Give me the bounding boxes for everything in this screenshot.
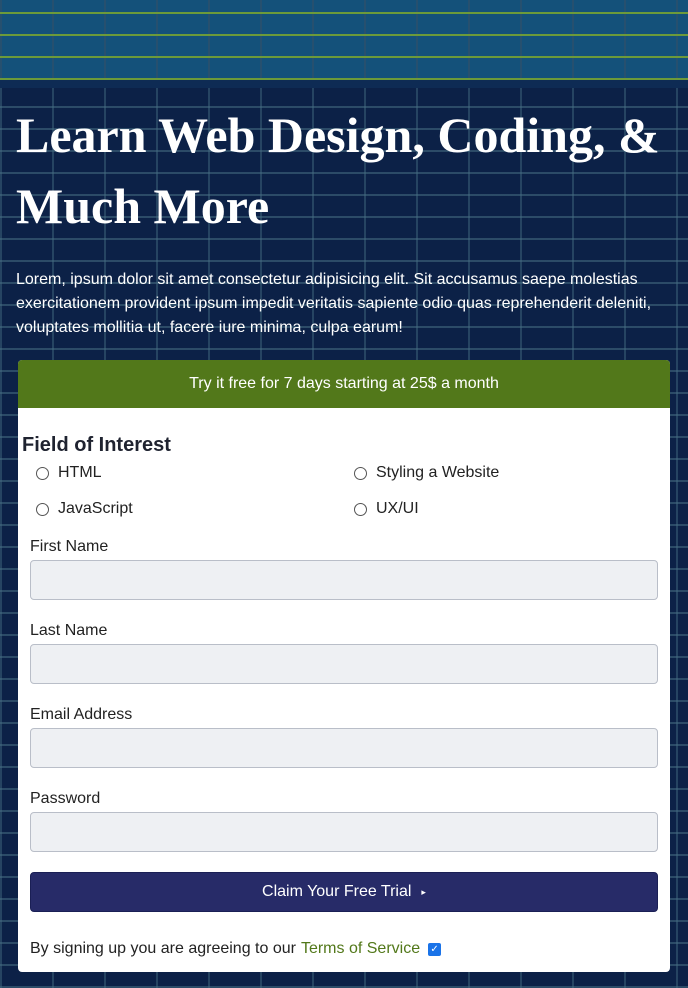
first-name-input[interactable] [30,560,658,600]
hero-section: Learn Web Design, Coding, & Much More Lo… [16,100,666,340]
brick-header-band [0,0,688,80]
email-group: Email Address [30,706,658,768]
interest-title: Field of Interest [22,434,171,456]
radio-circle-icon[interactable] [36,502,49,516]
terms-text: By signing up you are agreeing to our [30,940,296,957]
radio-javascript[interactable]: JavaScript [36,498,354,520]
radio-uxui[interactable]: UX/UI [354,498,654,520]
password-input[interactable] [30,812,658,852]
radio-styling[interactable]: Styling a Website [354,462,654,484]
claim-trial-button[interactable]: Claim Your Free Trial ▸ [30,872,658,912]
last-name-input[interactable] [30,644,658,684]
first-name-label: First Name [30,538,109,555]
interest-options: HTML Styling a Website JavaScript UX/UI [36,462,656,520]
first-name-group: First Name [30,538,658,600]
radio-html[interactable]: HTML [36,462,354,484]
terms-link[interactable]: Terms of Service [301,940,420,958]
terms-checkbox-icon[interactable]: ✓ [428,942,442,956]
radio-label: Styling a Website [376,464,500,481]
header-divider [0,80,688,88]
page-title: Learn Web Design, Coding, & Much More [16,107,660,234]
password-label: Password [30,790,101,807]
radio-label: JavaScript [58,500,133,517]
last-name-group: Last Name [30,622,658,684]
arrow-right-icon: ▸ [421,886,426,897]
claim-trial-label: Claim Your Free Trial [262,883,412,900]
email-label: Email Address [30,706,133,723]
terms-row: By signing up you are agreeing to our Te… [30,940,442,958]
password-group: Password [30,790,658,852]
radio-circle-icon[interactable] [354,466,367,480]
hero-description: Lorem, ipsum dolor sit amet consectetur … [16,271,652,336]
radio-label: UX/UI [376,500,419,517]
last-name-label: Last Name [30,622,108,639]
radio-circle-icon[interactable] [36,466,49,480]
radio-circle-icon[interactable] [354,502,367,516]
trial-banner: Try it free for 7 days starting at 25$ a… [18,360,670,408]
email-input[interactable] [30,728,658,768]
radio-label: HTML [58,464,102,481]
signup-card: Try it free for 7 days starting at 25$ a… [18,360,670,972]
